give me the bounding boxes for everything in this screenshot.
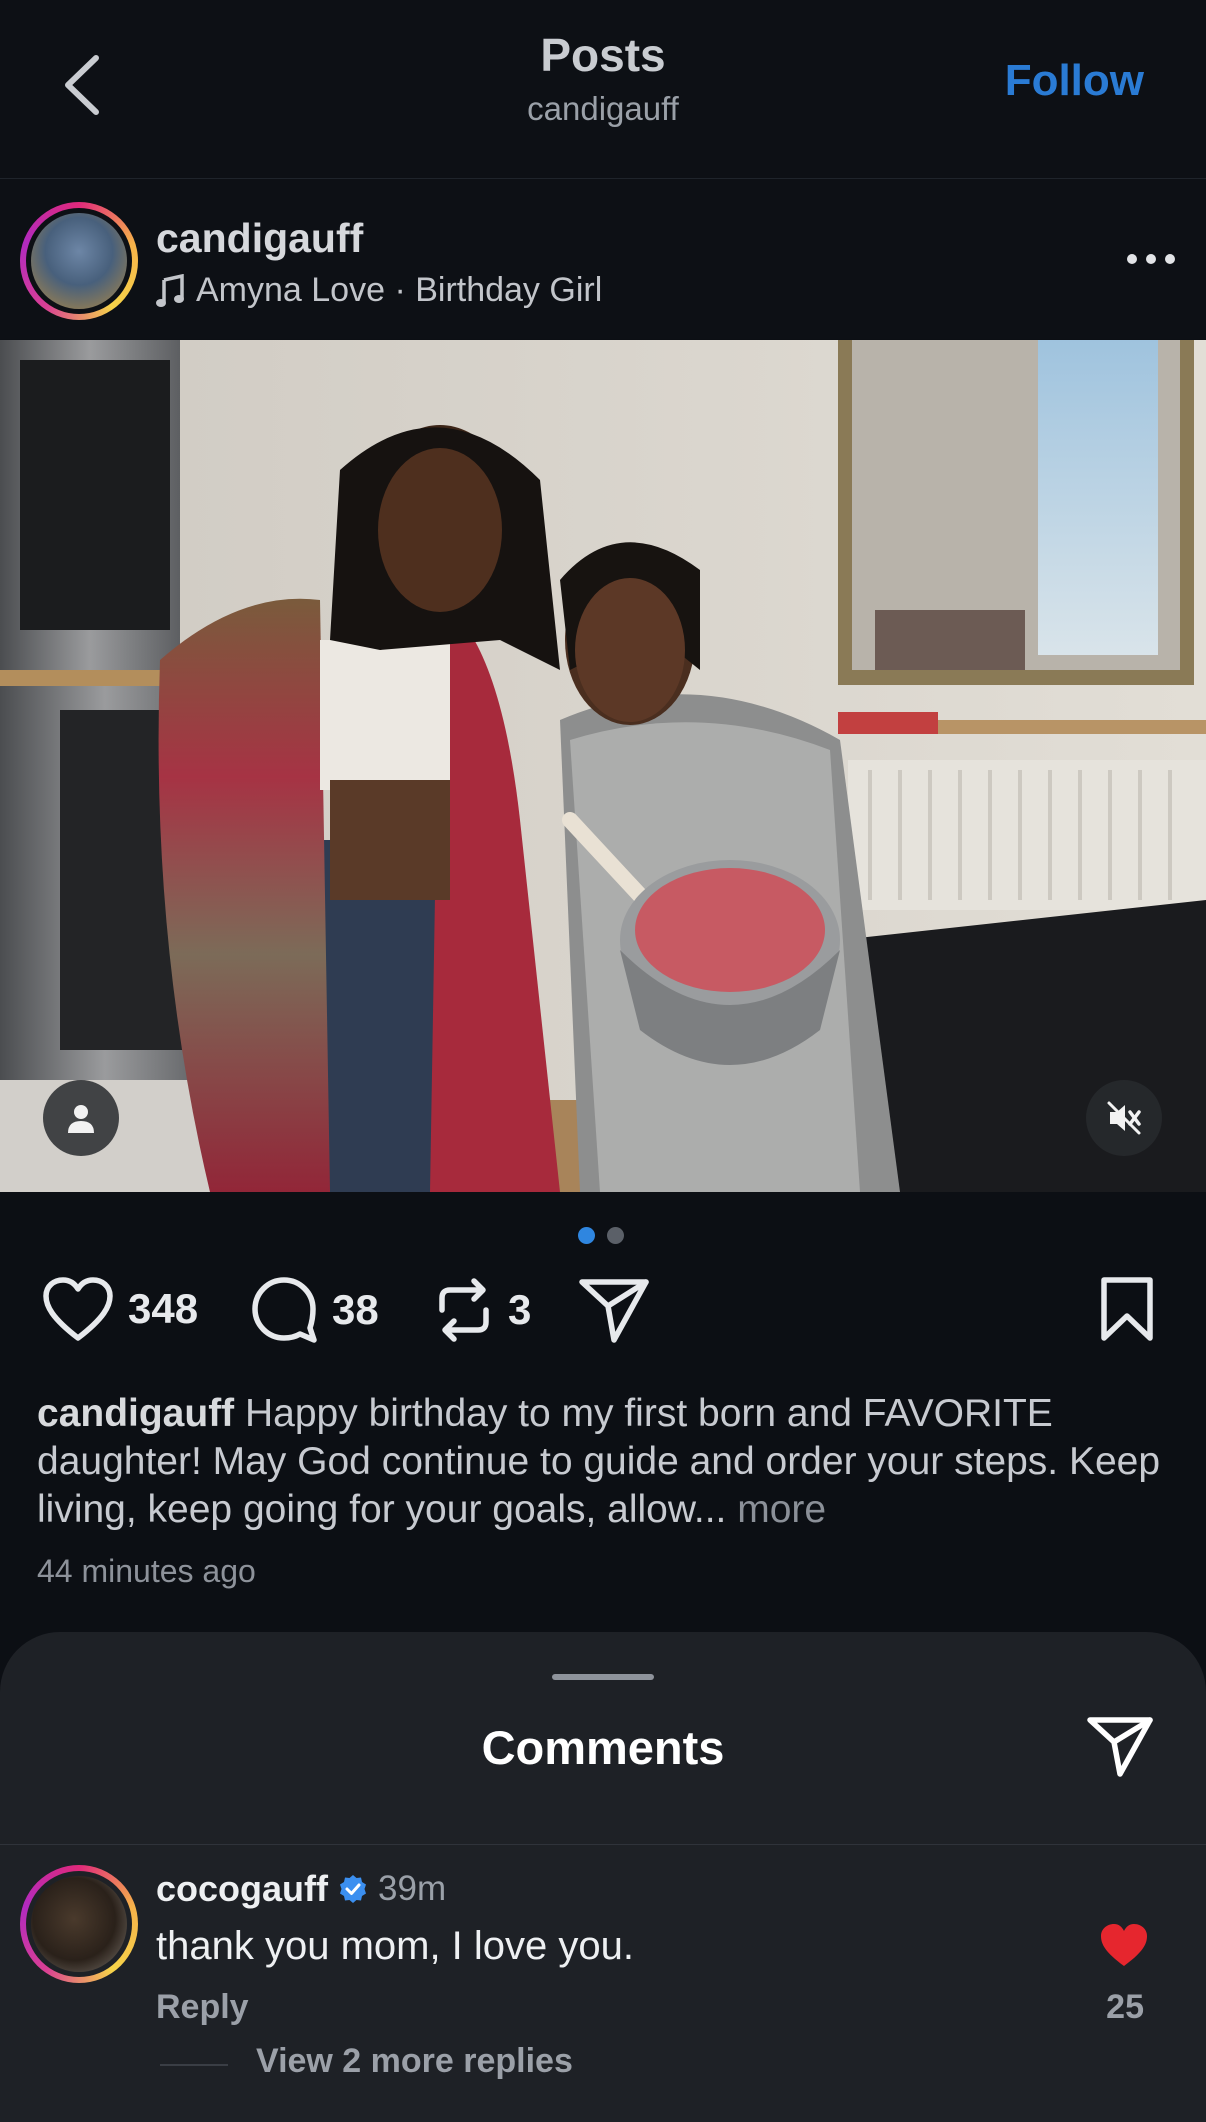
reply-button[interactable]: Reply [156, 1988, 249, 2027]
save-button[interactable] [1098, 1276, 1156, 1342]
verified-badge-icon [340, 1875, 367, 1903]
carousel-dot-1 [578, 1227, 595, 1244]
avatar[interactable] [20, 202, 138, 320]
caption-username[interactable]: candigauff [37, 1392, 234, 1435]
post-timestamp: 44 minutes ago [37, 1553, 256, 1589]
comment-button[interactable]: 38 [250, 1276, 379, 1344]
top-bar: Posts candigauff Follow [0, 0, 1206, 179]
comment-like-count: 25 [1106, 1988, 1144, 2026]
post-caption: candigauff Happy birthday to my first bo… [37, 1390, 1177, 1534]
repost-count: 3 [508, 1286, 532, 1333]
comment-time: 39m [378, 1869, 447, 1908]
post-photo [0, 340, 1206, 1192]
heart-icon [43, 1277, 113, 1341]
heart-icon[interactable] [1099, 1922, 1149, 1968]
share-button[interactable] [578, 1276, 650, 1344]
comment-count: 38 [332, 1286, 379, 1333]
post-header: candigauff Amyna Love · Birthday Girl [0, 179, 1206, 339]
user-tag-icon [68, 1105, 94, 1133]
like-button[interactable]: 348 [42, 1276, 198, 1342]
carousel-indicator [578, 1227, 624, 1244]
more-horizontal-icon[interactable] [1126, 251, 1176, 267]
view-replies-button[interactable]: View 2 more replies [256, 2042, 573, 2081]
repost-button[interactable]: 3 [434, 1276, 531, 1344]
action-bar: 348 38 3 [0, 1276, 1206, 1356]
mute-button[interactable] [1086, 1080, 1162, 1156]
audio-link[interactable]: Amyna Love · Birthday Girl [156, 271, 602, 310]
mute-icon [1107, 1101, 1141, 1135]
like-count: 348 [128, 1285, 199, 1332]
user-tag-button[interactable] [43, 1080, 119, 1156]
post-image[interactable] [0, 340, 1206, 1192]
send-icon[interactable] [1086, 1714, 1154, 1778]
post-username[interactable]: candigauff [156, 215, 363, 262]
send-icon [579, 1279, 649, 1343]
comment-text: thank you mom, I love you. [156, 1924, 635, 1968]
comments-title: Comments [481, 1721, 725, 1774]
music-note-icon [156, 273, 184, 307]
sheet-grabber[interactable] [552, 1674, 654, 1680]
comments-sheet: Comments cocogauff 39m thank you mom, I … [0, 1632, 1206, 2122]
comment-icon [252, 1277, 317, 1343]
bookmark-icon [1101, 1277, 1153, 1341]
comment-avatar[interactable] [20, 1865, 138, 1983]
follow-button[interactable]: Follow [1005, 56, 1144, 106]
comment-username[interactable]: cocogauff [156, 1868, 328, 1910]
caption-more-link[interactable]: more [737, 1488, 826, 1531]
replies-line [160, 2064, 228, 2066]
repost-icon [439, 1278, 489, 1342]
comment-header: cocogauff 39m [156, 1868, 446, 1910]
divider [0, 1844, 1206, 1845]
carousel-dot-2 [607, 1227, 624, 1244]
song-label: Amyna Love · Birthday Girl [196, 271, 603, 309]
